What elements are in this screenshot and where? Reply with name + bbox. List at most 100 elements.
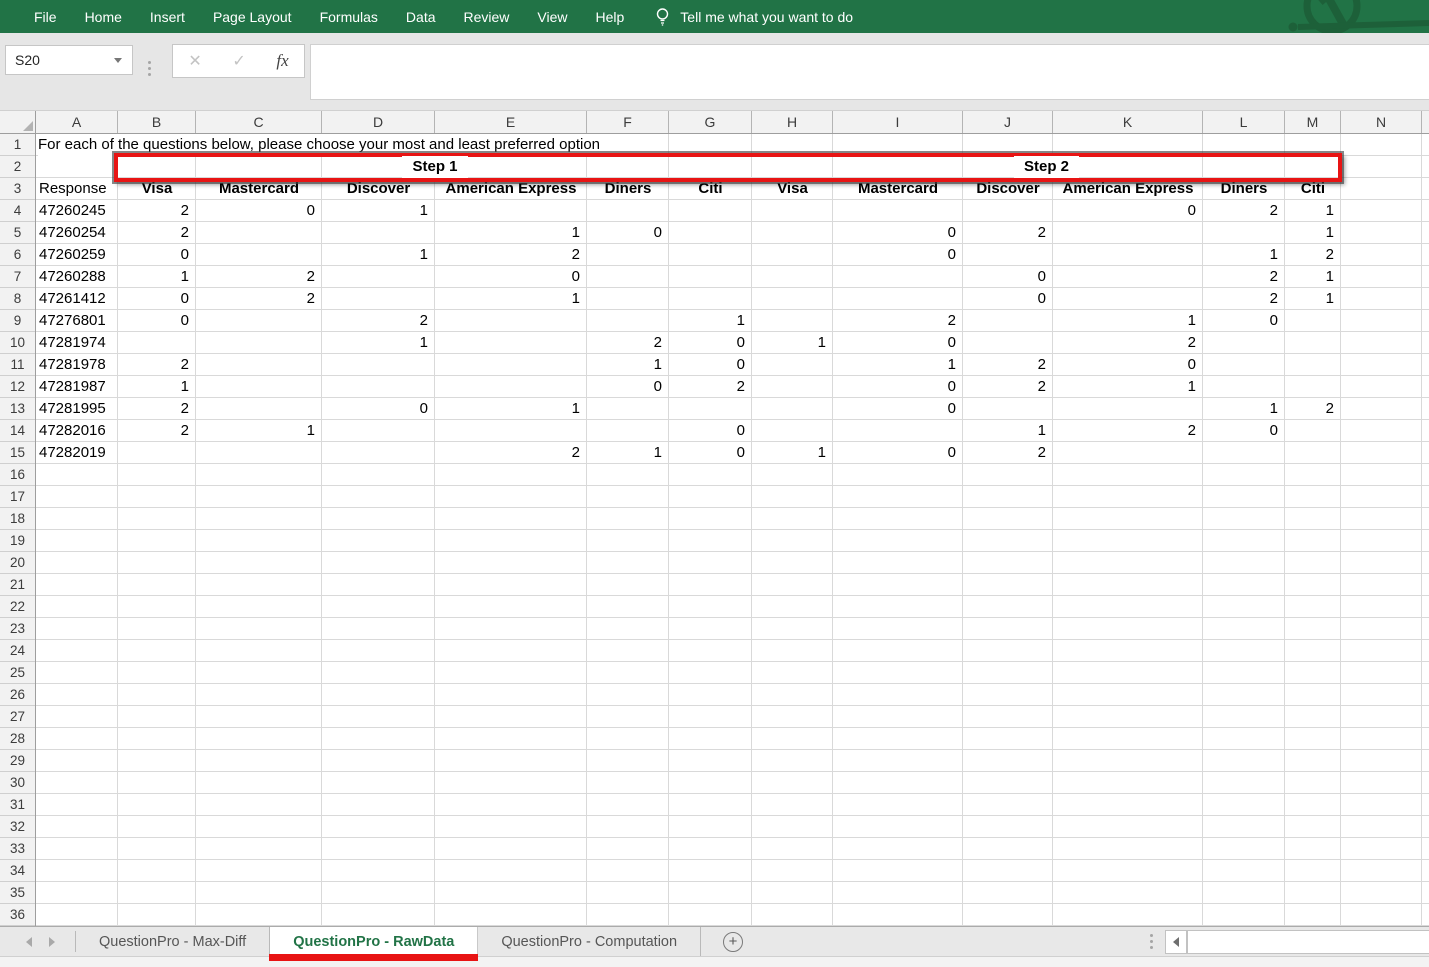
cell-D3[interactable]: Discover — [322, 178, 435, 200]
scrollbar-resize-handle[interactable] — [1150, 934, 1153, 949]
tell-me-box[interactable]: Tell me what you want to do — [654, 6, 853, 28]
cancel-icon[interactable]: ✕ — [188, 51, 201, 71]
cell-A14[interactable]: 47282016 — [36, 420, 118, 442]
menu-insert[interactable]: Insert — [136, 0, 199, 33]
cell-I3[interactable]: Mastercard — [833, 178, 963, 200]
cell-A5[interactable]: 47260254 — [36, 222, 118, 244]
cell-I9[interactable]: 2 — [833, 310, 963, 332]
cell-M8[interactable]: 1 — [1285, 288, 1341, 310]
cell-A1[interactable]: For each of the questions below, please … — [38, 134, 605, 156]
name-box[interactable]: S20 — [5, 45, 133, 75]
column-header-D[interactable]: D — [322, 111, 435, 133]
cell-B4[interactable]: 2 — [118, 200, 196, 222]
menu-review[interactable]: Review — [450, 0, 524, 33]
cell-J11[interactable]: 2 — [963, 354, 1053, 376]
cell-K9[interactable]: 1 — [1053, 310, 1203, 332]
cell-E8[interactable]: 1 — [435, 288, 587, 310]
row-header-7[interactable]: 7 — [0, 266, 35, 288]
cell-J8[interactable]: 0 — [963, 288, 1053, 310]
cell-C7[interactable]: 2 — [196, 266, 322, 288]
column-header-G[interactable]: G — [669, 111, 752, 133]
cell-D10[interactable]: 1 — [322, 332, 435, 354]
cell-J3[interactable]: Discover — [963, 178, 1053, 200]
sheet-tab-computation[interactable]: QuestionPro - Computation — [478, 927, 701, 956]
menu-view[interactable]: View — [523, 0, 581, 33]
cell-I15[interactable]: 0 — [833, 442, 963, 464]
sheet-tab-rawdata[interactable]: QuestionPro - RawData — [270, 927, 478, 956]
cell-K11[interactable]: 0 — [1053, 354, 1203, 376]
menu-data[interactable]: Data — [392, 0, 450, 33]
row-header-21[interactable]: 21 — [0, 574, 35, 596]
row-header-26[interactable]: 26 — [0, 684, 35, 706]
cell-A8[interactable]: 47261412 — [36, 288, 118, 310]
cell-M4[interactable]: 1 — [1285, 200, 1341, 222]
tab-scroll-left-icon[interactable] — [26, 937, 32, 947]
menu-file[interactable]: File — [20, 0, 71, 33]
cell-H3[interactable]: Visa — [752, 178, 833, 200]
cell-K3[interactable]: American Express — [1053, 178, 1203, 200]
row-header-20[interactable]: 20 — [0, 552, 35, 574]
cell-I10[interactable]: 0 — [833, 332, 963, 354]
menu-formulas[interactable]: Formulas — [306, 0, 392, 33]
cell-A3[interactable]: Response — [36, 178, 118, 200]
cell-H10[interactable]: 1 — [752, 332, 833, 354]
column-header-I[interactable]: I — [833, 111, 963, 133]
row-header-17[interactable]: 17 — [0, 486, 35, 508]
column-header-E[interactable]: E — [435, 111, 587, 133]
cell-J12[interactable]: 2 — [963, 376, 1053, 398]
cell-G14[interactable]: 0 — [669, 420, 752, 442]
cell-A6[interactable]: 47260259 — [36, 244, 118, 266]
row-header-13[interactable]: 13 — [0, 398, 35, 420]
cell-I11[interactable]: 1 — [833, 354, 963, 376]
cell-M3[interactable]: Citi — [1285, 178, 1341, 200]
cell-I12[interactable]: 0 — [833, 376, 963, 398]
row-header-10[interactable]: 10 — [0, 332, 35, 354]
row-header-1[interactable]: 1 — [0, 134, 35, 156]
cell-M6[interactable]: 2 — [1285, 244, 1341, 266]
cell-A7[interactable]: 47260288 — [36, 266, 118, 288]
row-header-29[interactable]: 29 — [0, 750, 35, 772]
cell-L14[interactable]: 0 — [1203, 420, 1285, 442]
row-header-8[interactable]: 8 — [0, 288, 35, 310]
new-sheet-button[interactable]: + — [723, 932, 743, 952]
row-header-11[interactable]: 11 — [0, 354, 35, 376]
row-header-19[interactable]: 19 — [0, 530, 35, 552]
row-header-9[interactable]: 9 — [0, 310, 35, 332]
cell-grid[interactable]: For each of the questions below, please … — [36, 134, 1429, 926]
row-header-23[interactable]: 23 — [0, 618, 35, 640]
row-header-18[interactable]: 18 — [0, 508, 35, 530]
column-header-C[interactable]: C — [196, 111, 322, 133]
cell-A12[interactable]: 47281987 — [36, 376, 118, 398]
row-header-16[interactable]: 16 — [0, 464, 35, 486]
row-header-12[interactable]: 12 — [0, 376, 35, 398]
cell-L8[interactable]: 2 — [1203, 288, 1285, 310]
cell-F11[interactable]: 1 — [587, 354, 669, 376]
sheet-tab-maxdiff[interactable]: QuestionPro - Max-Diff — [76, 927, 270, 956]
cell-L4[interactable]: 2 — [1203, 200, 1285, 222]
menu-help[interactable]: Help — [582, 0, 639, 33]
cell-G12[interactable]: 2 — [669, 376, 752, 398]
column-header-K[interactable]: K — [1053, 111, 1203, 133]
cell-D4[interactable]: 1 — [322, 200, 435, 222]
column-header-M[interactable]: M — [1285, 111, 1341, 133]
cell-K14[interactable]: 2 — [1053, 420, 1203, 442]
row-header-22[interactable]: 22 — [0, 596, 35, 618]
cell-G10[interactable]: 0 — [669, 332, 752, 354]
cell-M7[interactable]: 1 — [1285, 266, 1341, 288]
cell-K12[interactable]: 1 — [1053, 376, 1203, 398]
enter-icon[interactable]: ✓ — [232, 51, 245, 71]
cell-G9[interactable]: 1 — [669, 310, 752, 332]
cell-step1-merged[interactable]: Step 1 — [118, 156, 752, 178]
cell-L7[interactable]: 2 — [1203, 266, 1285, 288]
cell-A15[interactable]: 47282019 — [36, 442, 118, 464]
cell-D13[interactable]: 0 — [322, 398, 435, 420]
cell-J5[interactable]: 2 — [963, 222, 1053, 244]
name-box-dropdown-icon[interactable] — [114, 58, 122, 63]
column-header-H[interactable]: H — [752, 111, 833, 133]
cell-I5[interactable]: 0 — [833, 222, 963, 244]
cell-J15[interactable]: 2 — [963, 442, 1053, 464]
cell-I6[interactable]: 0 — [833, 244, 963, 266]
cell-C4[interactable]: 0 — [196, 200, 322, 222]
row-header-30[interactable]: 30 — [0, 772, 35, 794]
row-header-6[interactable]: 6 — [0, 244, 35, 266]
